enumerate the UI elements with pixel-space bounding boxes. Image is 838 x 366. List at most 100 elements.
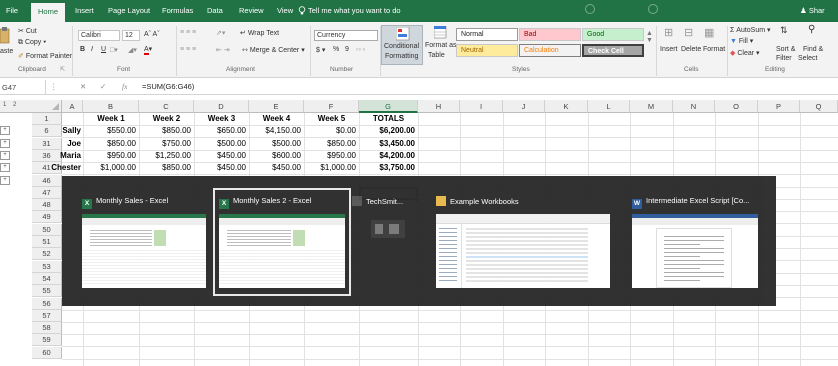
outline-expand-button[interactable]: +: [0, 138, 10, 148]
row-header-46[interactable]: 46: [32, 174, 62, 187]
style-good[interactable]: Good: [582, 28, 644, 41]
value-cell[interactable]: $1,000.00: [304, 162, 356, 174]
tab-view[interactable]: View: [277, 6, 293, 15]
value-cell[interactable]: $3,450.00: [359, 138, 415, 150]
row-header-48[interactable]: 48: [32, 199, 62, 212]
value-cell[interactable]: $600.00: [249, 150, 301, 162]
value-cell[interactable]: $500.00: [194, 138, 246, 150]
borders-icon[interactable]: □▾: [110, 46, 118, 54]
column-header-l[interactable]: L: [588, 100, 630, 113]
merge-center-button[interactable]: ⇿ Merge & Center ▾: [242, 46, 305, 54]
value-cell[interactable]: $450.00: [194, 150, 246, 162]
format-button[interactable]: Format: [703, 46, 725, 53]
value-cell[interactable]: $450.00: [249, 162, 301, 174]
style-calculation[interactable]: Calculation: [519, 44, 581, 57]
clipboard-launcher-icon[interactable]: ⇱: [60, 66, 65, 73]
fill-color-icon[interactable]: ◢▾: [128, 46, 137, 54]
sort-filter-button-2[interactable]: Filter: [776, 55, 792, 62]
header-cell[interactable]: Week 2: [139, 113, 194, 125]
value-cell[interactable]: $950.00: [83, 150, 136, 162]
row-header-47[interactable]: 47: [32, 186, 62, 199]
value-cell[interactable]: $3,750.00: [359, 162, 415, 174]
paste-button[interactable]: aste: [0, 48, 13, 55]
outline-expand-button[interactable]: +: [0, 163, 10, 173]
column-header-n[interactable]: N: [673, 100, 715, 113]
column-header-a[interactable]: A: [62, 100, 83, 113]
insert-button[interactable]: Insert: [660, 46, 678, 53]
autosum-button[interactable]: Σ AutoSum ▾: [730, 26, 771, 34]
tab-formulas[interactable]: Formulas: [162, 6, 193, 15]
switcher-window-word[interactable]: W Intermediate Excel Script [Co...: [628, 190, 762, 294]
value-cell[interactable]: $850.00: [83, 138, 136, 150]
style-bad[interactable]: Bad: [519, 28, 581, 41]
row-header-51[interactable]: 51: [32, 236, 62, 248]
delete-button[interactable]: Delete: [681, 46, 701, 53]
value-cell[interactable]: $450.00: [194, 162, 246, 174]
row-name-cell[interactable]: Chester: [22, 162, 81, 174]
column-header-e[interactable]: E: [249, 100, 304, 113]
header-cell[interactable]: Week 4: [249, 113, 304, 125]
column-header-m[interactable]: M: [630, 100, 673, 113]
underline-button[interactable]: U: [101, 46, 106, 53]
formula-input[interactable]: =SUM(G6:G46): [142, 82, 194, 91]
bold-button[interactable]: B: [80, 46, 85, 53]
comma-button[interactable]: 9: [345, 46, 349, 53]
indent-icon[interactable]: ⇤ ⇥: [216, 46, 230, 54]
column-header-c[interactable]: C: [139, 100, 194, 113]
column-header-g[interactable]: G: [359, 100, 418, 113]
fx-button[interactable]: fx: [122, 82, 127, 91]
row-header-55[interactable]: 55: [32, 285, 62, 298]
column-header-i[interactable]: I: [460, 100, 503, 113]
outline-expand-button[interactable]: +: [0, 126, 10, 136]
style-normal[interactable]: Normal: [456, 28, 518, 41]
tab-home[interactable]: Home: [31, 3, 66, 22]
column-header-o[interactable]: O: [715, 100, 758, 113]
format-painter-button[interactable]: ✐ Format Painter: [18, 52, 72, 60]
column-header-h[interactable]: H: [418, 100, 460, 113]
switcher-window-techsmith[interactable]: TechSmit...: [352, 190, 411, 258]
row-header-57[interactable]: 57: [32, 309, 62, 322]
row-header-49[interactable]: 49: [32, 211, 62, 224]
currency-button[interactable]: $ ▾: [316, 46, 325, 54]
outline-expand-button[interactable]: +: [0, 175, 10, 185]
select-all-button[interactable]: [32, 100, 62, 113]
clear-button[interactable]: ◆ Clear ▾: [730, 49, 760, 57]
font-size-select[interactable]: 12: [122, 30, 140, 41]
column-header-j[interactable]: J: [503, 100, 545, 113]
decimal-icon[interactable]: ₀₀ ₀: [356, 46, 365, 52]
column-header-d[interactable]: D: [194, 100, 249, 113]
row-header-59[interactable]: 59: [32, 334, 62, 347]
copy-button[interactable]: ⧉ Copy ▾: [18, 39, 46, 47]
tab-file[interactable]: File: [6, 6, 18, 15]
orientation-icon[interactable]: ⇗▾: [216, 29, 225, 37]
conditional-formatting-button[interactable]: Conditional Formatting: [381, 25, 423, 65]
cancel-icon[interactable]: ✕: [80, 82, 86, 91]
enter-icon[interactable]: ✓: [100, 82, 106, 91]
tab-insert[interactable]: Insert: [75, 6, 94, 15]
row-header-53[interactable]: 53: [32, 260, 62, 273]
top-align-icon[interactable]: ≡ ≡ ≡: [180, 29, 196, 36]
style-neutral[interactable]: Neutral: [456, 44, 518, 57]
column-header-f[interactable]: F: [304, 100, 359, 113]
value-cell[interactable]: $750.00: [139, 138, 191, 150]
row-header-56[interactable]: 56: [32, 297, 62, 310]
tab-data[interactable]: Data: [207, 6, 223, 15]
row-header-50[interactable]: 50: [32, 223, 62, 236]
tell-me-search[interactable]: Tell me what you want to do: [298, 6, 401, 15]
percent-button[interactable]: %: [333, 46, 339, 53]
value-cell[interactable]: $650.00: [194, 125, 246, 137]
row-header-60[interactable]: 60: [32, 346, 62, 359]
value-cell[interactable]: $1,000.00: [83, 162, 136, 174]
style-check-cell[interactable]: Check Cell: [582, 44, 644, 57]
column-header-q[interactable]: Q: [800, 100, 838, 113]
column-header-p[interactable]: P: [758, 100, 800, 113]
sort-filter-button[interactable]: Sort &: [776, 46, 795, 53]
tab-page-layout[interactable]: Page Layout: [108, 6, 150, 15]
column-header-b[interactable]: B: [83, 100, 139, 113]
format-as-table-button[interactable]: Format as Table: [425, 25, 457, 65]
value-cell[interactable]: $850.00: [139, 125, 191, 137]
user-name[interactable]: ♟ Shar: [800, 6, 825, 15]
value-cell[interactable]: $0.00: [304, 125, 356, 137]
fill-button[interactable]: ▼ Fill ▾: [730, 37, 753, 45]
row-header-58[interactable]: 58: [32, 322, 62, 335]
